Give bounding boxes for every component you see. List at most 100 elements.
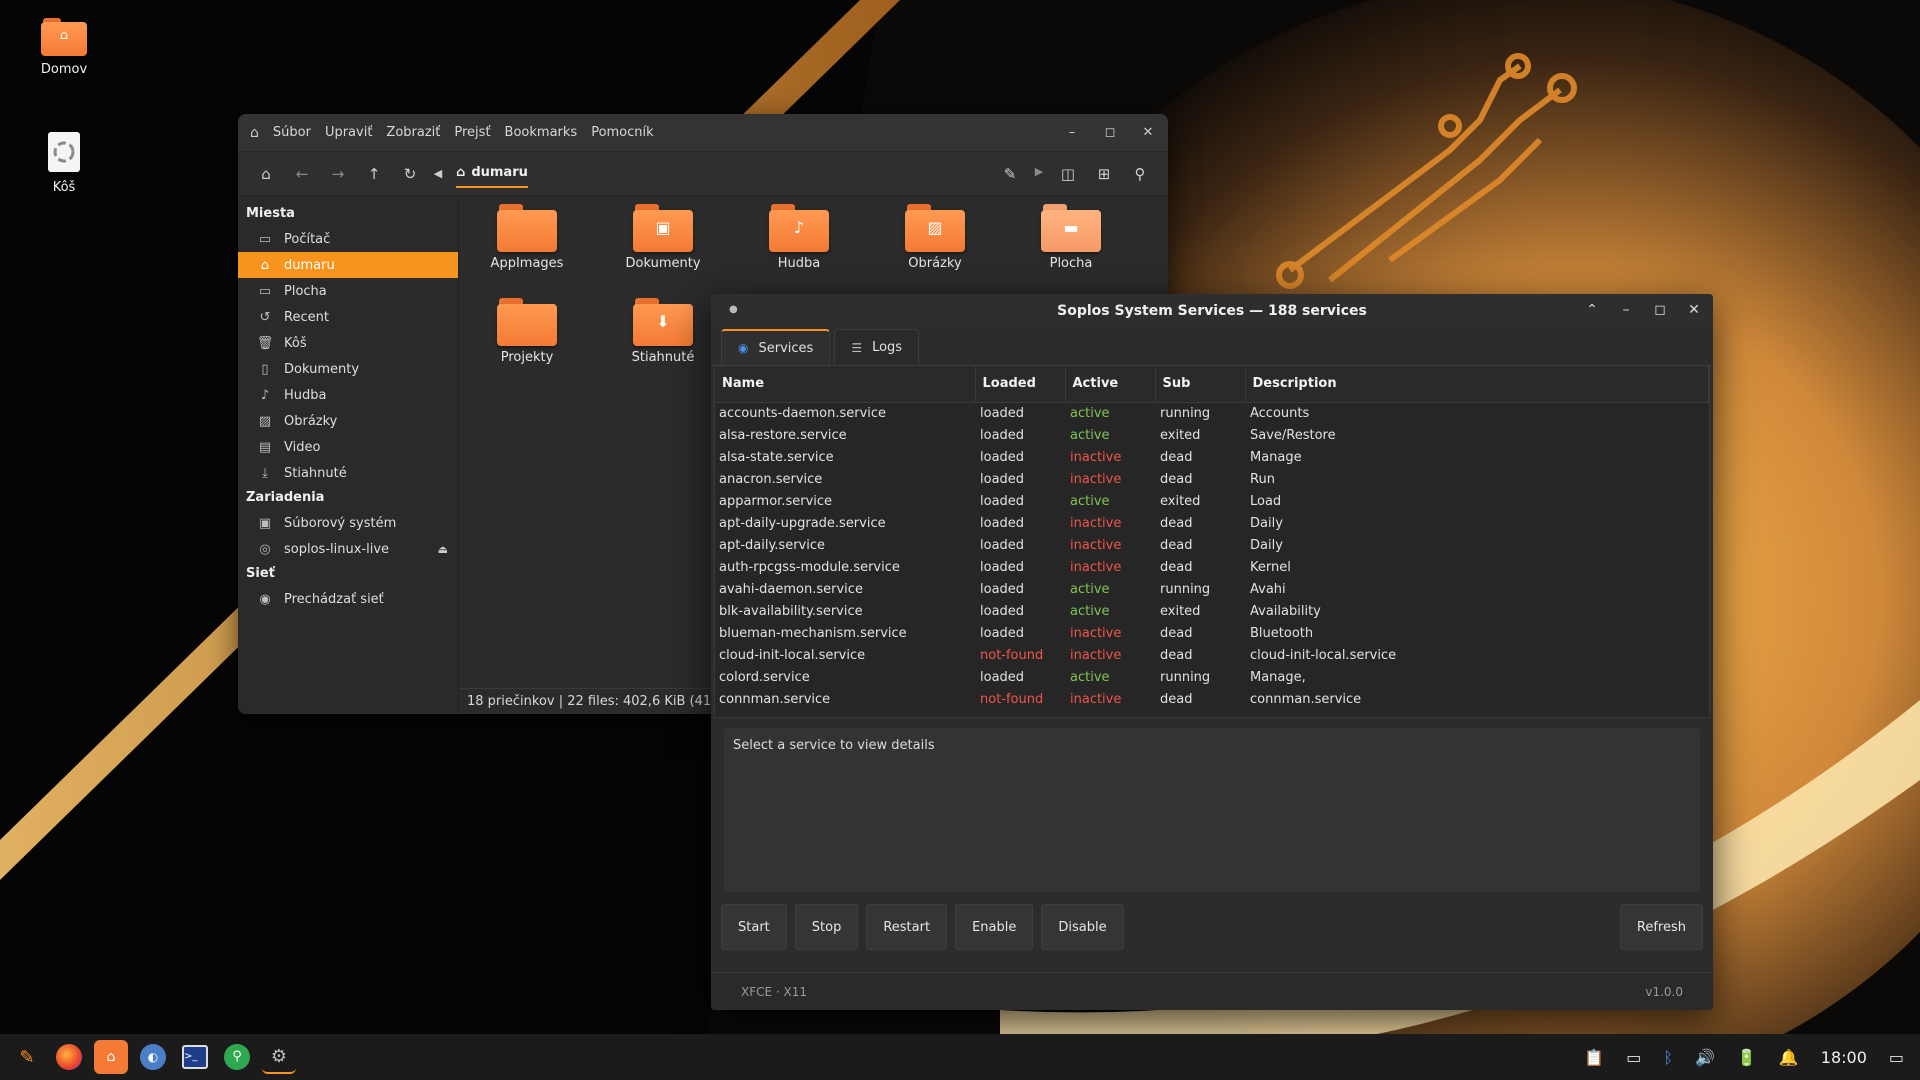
sidebar-item-pictures[interactable]: ▨ Obrázky [238,408,458,434]
table-row[interactable]: colord.service loaded active running Manage, [715,666,1709,688]
minimize-icon[interactable]: – [1062,125,1082,140]
desktop-icon-trash[interactable]: Kôš [14,128,114,195]
clock[interactable]: 18:00 [1821,1048,1867,1067]
sub-cell: dead [1160,515,1193,531]
split-view-icon[interactable]: ◫ [1050,165,1086,183]
services-table-container[interactable]: Name Loaded Active Sub Description accou… [714,366,1710,718]
sidebar-item-documents[interactable]: ▯ Dokumenty [238,356,458,382]
table-row[interactable]: anacron.service loaded inactive dead Run [715,468,1709,490]
folder-item[interactable]: ▬ Plocha [1003,204,1139,298]
sidebar-item-computer[interactable]: ▭ Počítač [238,226,458,252]
sidebar-item-desktop[interactable]: ▭ Plocha [238,278,458,304]
window-menu-dot-icon[interactable]: ● [729,304,738,315]
home-icon[interactable]: ⌂ [250,125,259,141]
sidebar-item-browse-network[interactable]: ◉ Prechádzať sieť [238,586,458,612]
desktop-icon-home[interactable]: ⌂ Domov [14,18,114,77]
network-icon: ◉ [259,591,271,607]
back-arrow-icon[interactable]: ← [284,165,320,183]
clipboard-icon[interactable]: 📋 [1584,1048,1604,1067]
breadcrumb[interactable]: ⌂ dumaru [456,165,528,188]
start-button[interactable]: Start [721,904,787,950]
volume-icon[interactable]: 🔊 [1695,1048,1715,1067]
home-icon[interactable]: ⌂ [248,165,284,183]
search-app-icon[interactable]: ⚲ [220,1040,254,1074]
table-row[interactable]: auth-rpcgss-module.service loaded inactive… [715,556,1709,578]
show-desktop-icon[interactable]: ▭ [1889,1048,1904,1067]
refresh-button[interactable]: Refresh [1619,904,1703,950]
tab-services[interactable]: ◉ Services [721,329,831,365]
up-arrow-icon[interactable]: ↑ [356,165,392,183]
sidebar-item-video[interactable]: ▤ Video [238,434,458,460]
chevron-right-icon[interactable]: ▶ [1028,165,1050,183]
folder-item[interactable]: AppImages [459,204,595,298]
column-header-sub[interactable]: Sub [1155,366,1246,403]
menu-help[interactable]: Pomocník [591,125,653,140]
table-row[interactable]: avahi-daemon.service loaded active running A… [715,578,1709,600]
notification-bell-icon[interactable]: 🔔 [1779,1048,1799,1067]
eject-icon[interactable]: ⏏ [438,543,448,556]
stop-button[interactable]: Stop [794,904,859,950]
sidebar-item-recent[interactable]: ↺ Recent [238,304,458,330]
search-icon[interactable]: ⚲ [1122,165,1158,183]
maximize-icon[interactable]: ◻ [1651,302,1669,318]
toggle-app-icon[interactable]: ◐ [136,1040,170,1074]
menu-bookmarks[interactable]: Bookmarks [505,125,578,140]
sidebar-item-music[interactable]: ♪ Hudba [238,382,458,408]
reload-icon[interactable]: ↻ [392,165,428,183]
disable-button[interactable]: Disable [1041,904,1124,950]
restart-button[interactable]: Restart [866,904,948,950]
column-header-name[interactable]: Name [715,366,976,403]
edit-pencil-icon[interactable]: ✎ [992,165,1028,183]
menu-go[interactable]: Prejsť [454,125,490,140]
menu-file[interactable]: Súbor [273,125,311,140]
table-row[interactable]: apparmor.service loaded active exited Load [715,490,1709,512]
maximize-icon[interactable]: ◻ [1100,125,1120,140]
computer-icon: ▭ [258,231,272,247]
table-row[interactable]: apt-daily.service loaded inactive dead Daily [715,534,1709,556]
table-row[interactable]: blk-availability.service loaded active exit… [715,600,1709,622]
display-icon[interactable]: ▭ [1626,1048,1641,1067]
enable-button[interactable]: Enable [955,904,1034,950]
table-row[interactable]: alsa-state.service loaded inactive dead Mana… [715,446,1709,468]
sidebar-item-trash[interactable]: 🗑 Kôš [238,330,458,356]
table-row[interactable]: accounts-daemon.service loaded active runni… [715,402,1709,424]
terminal-icon[interactable]: >_ [178,1040,212,1074]
folder-label: AppImages [490,256,564,271]
shade-chevron-up-icon[interactable]: ⌃ [1583,302,1601,318]
sidebar-item-downloads[interactable]: ⤓ Stiahnuté [238,460,458,486]
active-cell: active [1070,581,1110,597]
folder-item[interactable]: ▨ Obrázky [867,204,1003,298]
minimize-icon[interactable]: – [1617,302,1635,318]
firefox-icon[interactable] [52,1040,86,1074]
bluetooth-icon[interactable]: ᛒ [1663,1048,1673,1067]
services-app-icon[interactable]: ⚙ [262,1040,296,1074]
close-icon[interactable]: ✕ [1685,302,1703,318]
table-row[interactable]: blueman-mechanism.service loaded inactive d… [715,622,1709,644]
table-row[interactable]: cloud-init-local.service not-found inactiv… [715,644,1709,666]
menu-view[interactable]: Zobraziť [386,125,440,140]
forward-arrow-icon[interactable]: → [320,165,356,183]
table-row[interactable]: apt-daily-upgrade.service loaded inactive d… [715,512,1709,534]
sidebar-item-filesystem[interactable]: ▣ Súborový systém [238,510,458,536]
table-row[interactable]: connman.service not-found inactive dead conn… [715,688,1709,710]
chevron-left-icon[interactable]: ◀ [428,167,448,180]
folder-item[interactable]: Projekty [459,298,595,392]
sidebar-item-home[interactable]: ⌂ dumaru [238,252,458,278]
close-icon[interactable]: ✕ [1138,125,1158,140]
folder-item[interactable]: ▣ Dokumenty [595,204,731,298]
battery-icon[interactable]: 🔋 [1737,1048,1757,1067]
column-header-active[interactable]: Active [1065,366,1156,403]
table-row[interactable]: alsa-restore.service loaded active exited Sa… [715,424,1709,446]
tab-logs[interactable]: ☰ Logs [834,329,920,365]
sidebar-item-live-disc[interactable]: ◎ soplos-linux-live ⏏ [238,536,458,562]
service-name-cell: cloud-init-local.service [719,647,866,663]
column-header-loaded[interactable]: Loaded [975,366,1066,403]
files-icon[interactable]: ⌂ [94,1040,128,1074]
pencil-app-icon[interactable]: ✎ [10,1040,44,1074]
menu-edit[interactable]: Upraviť [325,125,372,140]
file-manager-toolbar: ⌂ ← → ↑ ↻ ◀ ⌂ dumaru ✎ ▶ ◫ ⊞ ⚲ [238,152,1168,196]
services-titlebar[interactable]: ● Soplos System Services — 188 services … [711,294,1713,328]
column-header-description[interactable]: Description [1245,366,1709,403]
folder-item[interactable]: ♪ Hudba [731,204,867,298]
new-tab-icon[interactable]: ⊞ [1086,165,1122,183]
